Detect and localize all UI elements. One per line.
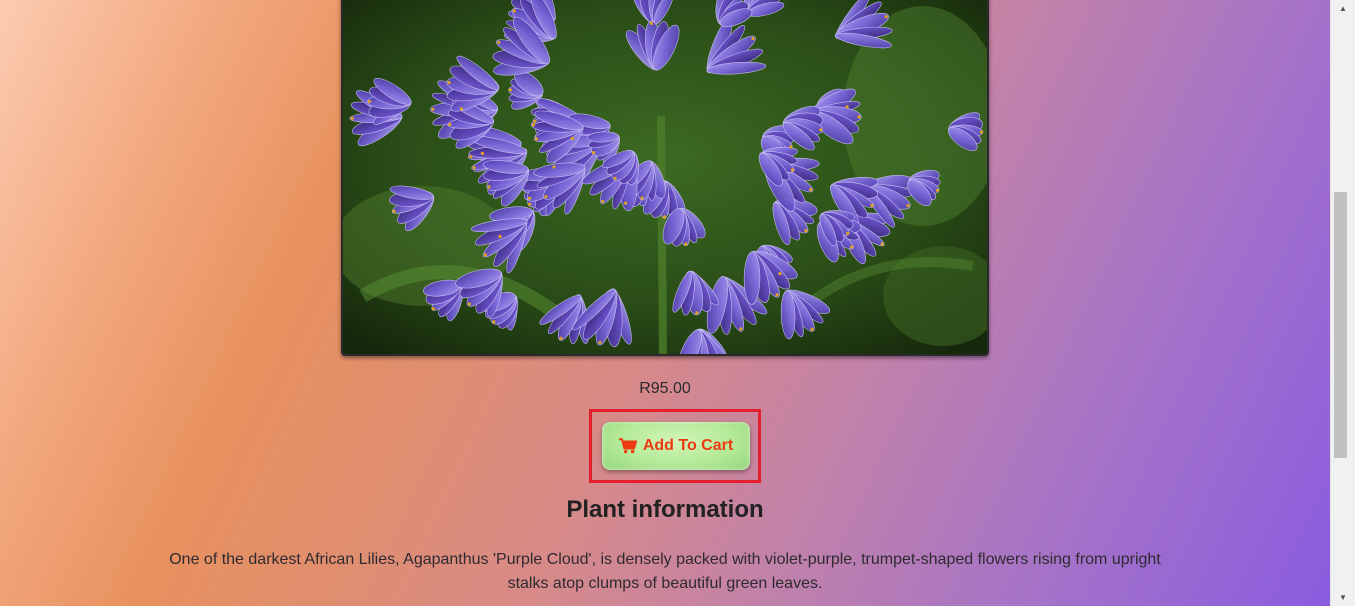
product-price: R95.00	[639, 380, 691, 397]
flower-stamen	[492, 320, 496, 324]
flower-stamen	[368, 99, 372, 104]
agapanthus-flower-image	[343, 0, 987, 354]
flower-stamen	[447, 80, 451, 85]
flower-stamen	[431, 107, 435, 111]
flower-stamen	[739, 327, 743, 331]
flower-stamen	[350, 116, 354, 120]
flower-stamen	[533, 119, 537, 123]
flower-stamen	[512, 9, 516, 13]
flower-stamen	[809, 188, 813, 192]
flower-stamen	[448, 122, 452, 127]
flower-stamen	[845, 105, 849, 109]
flower-stamen	[497, 40, 501, 44]
flower-stamen	[640, 196, 644, 200]
flower-stamen	[804, 229, 808, 233]
flower-stamen	[472, 166, 476, 170]
chevron-down-icon[interactable]: ▼	[1331, 589, 1355, 606]
chevron-up-icon[interactable]: ▲	[1331, 0, 1355, 17]
flower-stamen	[570, 136, 574, 140]
flower-stamen	[392, 209, 396, 213]
flower-stamen	[695, 311, 699, 315]
flower-stamen	[598, 340, 602, 345]
shopping-cart-icon	[618, 438, 637, 454]
flower-stamen	[684, 242, 688, 246]
flower-stamen	[531, 123, 536, 127]
flower-stamen	[483, 253, 487, 257]
flower-stamen	[601, 199, 605, 203]
flower-stamen	[846, 231, 850, 236]
flower-stamen	[592, 151, 596, 155]
flower-stamen	[789, 145, 793, 149]
flower-stamen	[534, 137, 539, 141]
vertical-scrollbar[interactable]: ▲ ▼	[1330, 0, 1355, 606]
page-viewport: R95.00 Add To Cart Plant information One…	[0, 0, 1330, 606]
add-to-cart-label: Add To Cart	[642, 437, 734, 454]
flower-stamen	[649, 21, 653, 25]
flower-stamen	[487, 185, 491, 189]
plant-information-heading: Plant information	[566, 496, 764, 523]
flower-stamen	[528, 202, 532, 206]
flower-stamen	[528, 196, 532, 200]
flower-stamen	[431, 307, 435, 311]
flower-stamen	[778, 272, 782, 276]
scrollbar-thumb[interactable]	[1334, 192, 1347, 458]
add-to-cart-button[interactable]: Add To Cart	[602, 422, 750, 470]
flower-stamen	[819, 128, 823, 132]
flower-stamen	[552, 165, 556, 169]
flower-stamen	[469, 155, 473, 159]
flower-stamen	[480, 151, 484, 155]
flower-stamen	[857, 115, 861, 119]
flower-stamen	[751, 36, 755, 41]
flower-stamen	[544, 195, 548, 199]
flower-stamen	[870, 203, 874, 207]
flower-stamen	[810, 327, 814, 331]
flower-stamen	[559, 336, 563, 340]
flower-stamen	[884, 15, 888, 19]
flower-stamen	[790, 168, 795, 172]
product-image	[341, 0, 989, 356]
flower-stamen	[979, 130, 984, 134]
flower-stamen	[662, 215, 667, 219]
plant-description: One of the darkest African Lilies, Agapa…	[169, 551, 1161, 592]
flower-stamen	[850, 245, 854, 249]
flower-stamen	[935, 188, 940, 192]
flower-stamen	[775, 293, 779, 297]
flower-stamen	[906, 204, 910, 208]
flower-stamen	[624, 201, 628, 205]
flower-stamen	[508, 88, 512, 92]
flower-stamen	[498, 234, 502, 239]
flower-stamen	[467, 302, 471, 306]
flower-stamen	[459, 107, 463, 111]
flower-stamen	[613, 176, 617, 180]
flower-stamen	[880, 242, 884, 246]
